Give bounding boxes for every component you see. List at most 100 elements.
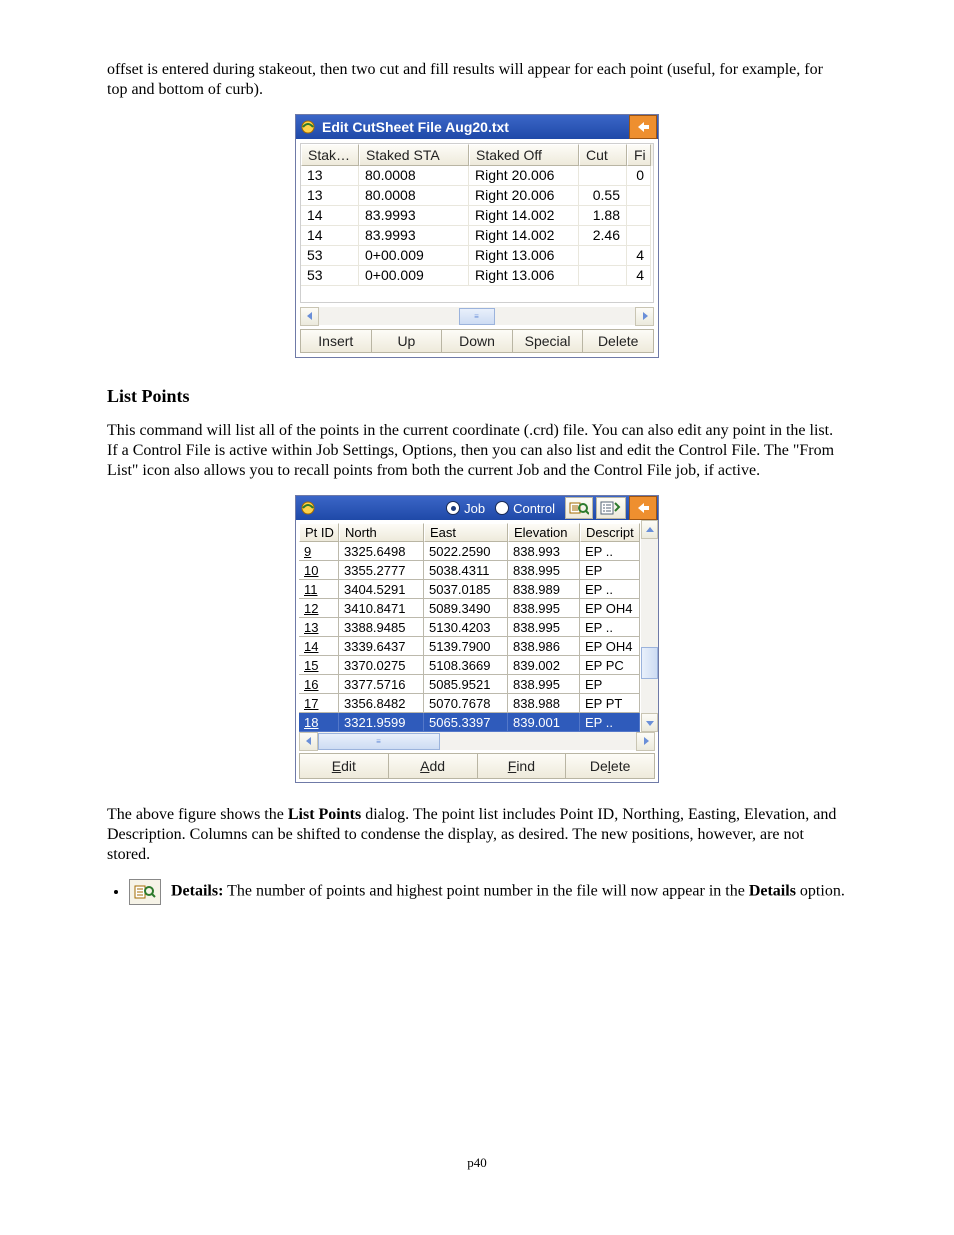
scroll-left-icon[interactable] xyxy=(300,307,319,326)
job-radio[interactable]: Job xyxy=(446,501,485,516)
cell: Right 20.006 xyxy=(469,166,579,186)
cell: EP xyxy=(580,561,640,580)
horizontal-scrollbar[interactable]: ≡ xyxy=(299,732,655,750)
cell: 5022.2590 xyxy=(424,542,508,561)
col-staked[interactable]: Stak… xyxy=(301,144,359,166)
down-button[interactable]: Down xyxy=(441,329,512,353)
find-button[interactable]: Find xyxy=(477,753,566,779)
col-staked-off[interactable]: Staked Off xyxy=(469,144,579,166)
table-row[interactable]: 93325.64985022.2590838.993EP .. xyxy=(299,542,641,561)
table-row[interactable]: 113404.52915037.0185838.989EP .. xyxy=(299,580,641,599)
horizontal-scrollbar[interactable]: ≡ xyxy=(300,307,654,325)
scroll-left-icon[interactable] xyxy=(299,732,318,751)
cell: 13 xyxy=(301,186,359,206)
cell: 15 xyxy=(299,656,339,675)
cell: 14 xyxy=(299,637,339,656)
col-north[interactable]: North xyxy=(339,523,424,542)
scroll-right-icon[interactable] xyxy=(636,732,655,751)
scroll-track[interactable]: ≡ xyxy=(319,308,635,325)
cell: 2.46 xyxy=(579,226,627,246)
cell: 5065.3397 xyxy=(424,713,508,732)
table-row[interactable]: 173356.84825070.7678838.988EP PT xyxy=(299,694,641,713)
back-button[interactable] xyxy=(629,115,657,139)
delete-button[interactable]: Delete xyxy=(582,329,654,353)
cell: 17 xyxy=(299,694,339,713)
scroll-down-icon[interactable] xyxy=(641,713,658,732)
scroll-right-icon[interactable] xyxy=(635,307,654,326)
cell: 80.0008 xyxy=(359,186,469,206)
cell: EP .. xyxy=(580,618,640,637)
list-points-titlebar: Job Control xyxy=(296,496,658,520)
vertical-scrollbar[interactable] xyxy=(641,520,658,732)
cell: 14 xyxy=(301,206,359,226)
col-cut[interactable]: Cut xyxy=(579,144,627,166)
table-row[interactable]: 530+00.009Right 13.0064 xyxy=(301,266,653,286)
cell: 13 xyxy=(299,618,339,637)
cell: 3377.5716 xyxy=(339,675,424,694)
delete-button[interactable]: Delete xyxy=(565,753,655,779)
table-row[interactable]: 143339.64375139.7900838.986EP OH4 xyxy=(299,637,641,656)
table-row[interactable]: 153370.02755108.3669839.002EP PC xyxy=(299,656,641,675)
cell: 18 xyxy=(299,713,339,732)
cell: EP PC xyxy=(580,656,640,675)
table-row[interactable]: 1380.0008Right 20.0060 xyxy=(301,166,653,186)
cell: 4 xyxy=(627,266,651,286)
points-grid[interactable]: Pt ID North East Elevation Descript 9332… xyxy=(299,523,641,732)
back-button[interactable] xyxy=(629,496,657,520)
table-row[interactable]: 123410.84715089.3490838.995EP OH4 xyxy=(299,599,641,618)
cell xyxy=(579,246,627,266)
cell: 3370.0275 xyxy=(339,656,424,675)
scroll-track[interactable]: ≡ xyxy=(318,733,636,750)
table-row[interactable]: 103355.27775038.4311838.995EP xyxy=(299,561,641,580)
table-row[interactable]: 183321.95995065.3397839.001EP .. xyxy=(299,713,641,732)
cell: 5038.4311 xyxy=(424,561,508,580)
cell: 838.989 xyxy=(508,580,580,599)
cell: 0 xyxy=(627,166,651,186)
cell: 13 xyxy=(301,166,359,186)
cell: 838.993 xyxy=(508,542,580,561)
cell: 5085.9521 xyxy=(424,675,508,694)
cell xyxy=(579,266,627,286)
insert-button[interactable]: Insert xyxy=(300,329,371,353)
table-row[interactable]: 133388.94855130.4203838.995EP .. xyxy=(299,618,641,637)
cell: Right 14.002 xyxy=(469,226,579,246)
cell: 5037.0185 xyxy=(424,580,508,599)
radio-icon xyxy=(446,501,460,515)
cutsheet-grid[interactable]: Stak… Staked STA Staked Off Cut Fi 1380.… xyxy=(300,143,654,303)
up-button[interactable]: Up xyxy=(371,329,442,353)
col-staked-sta[interactable]: Staked STA xyxy=(359,144,469,166)
cell: 12 xyxy=(299,599,339,618)
col-elevation[interactable]: Elevation xyxy=(508,523,580,542)
table-row[interactable]: 163377.57165085.9521838.995EP xyxy=(299,675,641,694)
table-row[interactable]: 1483.9993Right 14.0021.88 xyxy=(301,206,653,226)
cell: 838.995 xyxy=(508,599,580,618)
cell: EP OH4 xyxy=(580,637,640,656)
scroll-track[interactable] xyxy=(641,539,658,713)
add-button[interactable]: Add xyxy=(388,753,477,779)
details-button[interactable] xyxy=(565,497,593,519)
page-number: p40 xyxy=(107,1155,847,1171)
scroll-thumb[interactable]: ≡ xyxy=(459,308,495,325)
table-row[interactable]: 530+00.009Right 13.0064 xyxy=(301,246,653,266)
from-list-button[interactable] xyxy=(596,497,626,519)
cell: 839.002 xyxy=(508,656,580,675)
cell: 3355.2777 xyxy=(339,561,424,580)
control-radio[interactable]: Control xyxy=(495,501,555,516)
table-row[interactable]: 1380.0008Right 20.0060.55 xyxy=(301,186,653,206)
table-row[interactable]: 1483.9993Right 14.0022.46 xyxy=(301,226,653,246)
col-description[interactable]: Descript xyxy=(580,523,640,542)
scroll-up-icon[interactable] xyxy=(641,520,658,539)
col-fi[interactable]: Fi xyxy=(627,144,651,166)
job-radio-label: Job xyxy=(464,501,485,516)
cell: 9 xyxy=(299,542,339,561)
edit-button[interactable]: Edit xyxy=(299,753,388,779)
cell: 83.9993 xyxy=(359,226,469,246)
cell: Right 13.006 xyxy=(469,266,579,286)
scroll-thumb[interactable]: ≡ xyxy=(318,733,440,750)
control-radio-label: Control xyxy=(513,501,555,516)
special-button[interactable]: Special xyxy=(512,329,583,353)
col-east[interactable]: East xyxy=(424,523,508,542)
scroll-thumb[interactable] xyxy=(641,647,658,679)
col-pt-id[interactable]: Pt ID xyxy=(299,523,339,542)
cell xyxy=(627,226,651,246)
